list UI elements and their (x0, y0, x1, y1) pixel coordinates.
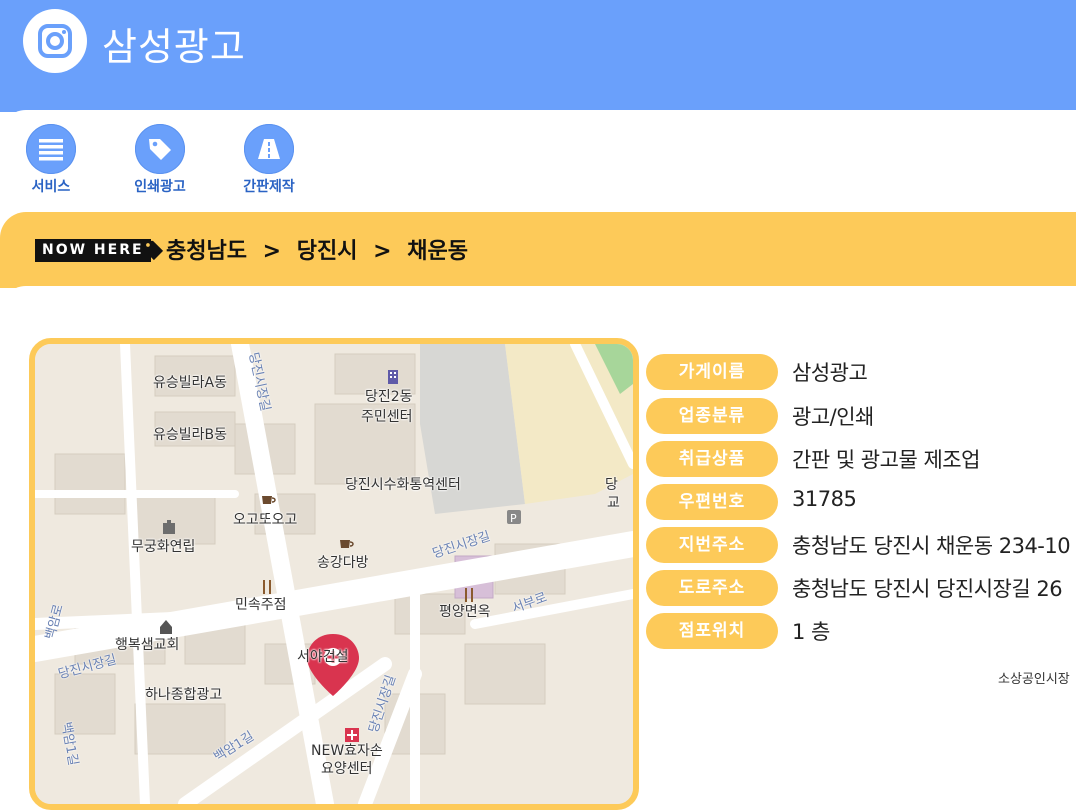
tag-icon (142, 240, 164, 261)
instagram-icon (38, 24, 72, 58)
info-row-category: 업종분류 광고/인쇄 (646, 398, 1076, 434)
map-label: 송강다방 (317, 555, 369, 571)
nav-icon-circle (135, 124, 185, 174)
apartment-icon (163, 520, 175, 534)
cafe-icon (340, 540, 354, 548)
hospital-icon (345, 728, 359, 742)
nav-icon-circle (244, 124, 294, 174)
site-logo[interactable] (23, 9, 87, 73)
info-row-products: 취급상품 간판 및 광고물 제조업 (646, 441, 1076, 477)
map-label: 교 (607, 495, 620, 511)
cafe-icon (262, 496, 276, 504)
nav-label: 인쇄광고 (134, 179, 186, 195)
map-label: 하나종합광고 (145, 687, 223, 703)
parking-icon: P (507, 510, 521, 524)
map-label: 유승빌라B동 (153, 427, 228, 443)
nav-icon-circle (26, 124, 76, 174)
info-value: 삼성광고 (792, 361, 868, 385)
nav-label: 간판제작 (243, 179, 295, 195)
map-label: 유승빌라A동 (153, 375, 227, 391)
info-value: 충청남도 당진시 당진시장길 26 (792, 577, 1063, 601)
nav-item-signboard[interactable]: 간판제작 (219, 124, 319, 196)
nav-item-service[interactable]: 서비스 (1, 124, 101, 196)
tag-icon (149, 139, 171, 160)
info-row-postcode: 우편번호 31785 (646, 484, 1076, 520)
info-value: 31785 (792, 487, 857, 511)
info-value: 1 층 (792, 620, 830, 644)
info-value: 간판 및 광고물 제조업 (792, 448, 980, 472)
info-label: 도로주소 (646, 570, 778, 606)
map-label: 무궁화연립 (131, 539, 196, 555)
info-label: 취급상품 (646, 441, 778, 477)
info-label: 지번주소 (646, 527, 778, 563)
site-title[interactable]: 삼성광고 (102, 16, 246, 71)
info-value: 충청남도 당진시 채운동 234-10 (792, 534, 1071, 558)
map-label: 요양센터 (321, 761, 373, 777)
map-marker-label[interactable]: 서야건설 (297, 646, 349, 666)
map-label: 평양면옥 (439, 604, 491, 620)
now-here-badge: NOW HERE (35, 239, 151, 262)
info-value: 광고/인쇄 (792, 405, 874, 429)
info-row-floor: 점포위치 1 층 (646, 613, 1076, 649)
info-label: 가게이름 (646, 354, 778, 390)
info-label: 점포위치 (646, 613, 778, 649)
content-area (0, 286, 1076, 326)
breadcrumb: 충청남도 > 당진시 > 채운동 (166, 233, 476, 265)
restaurant-icon (263, 580, 271, 594)
info-label: 업종분류 (646, 398, 778, 434)
breadcrumb-separator: > (262, 239, 282, 264)
info-row-lot-address: 지번주소 충청남도 당진시 채운동 234-10 (646, 527, 1076, 563)
map-label: 오고또오고 (233, 512, 298, 528)
map-canvas (35, 344, 633, 804)
list-icon (39, 139, 63, 161)
map-label: 주민센터 (361, 409, 413, 425)
map-label: 당 (605, 477, 618, 493)
info-label: 우편번호 (646, 484, 778, 520)
info-row-name: 가게이름 삼성광고 (646, 354, 1076, 390)
breadcrumb-district[interactable]: 채운동 (407, 239, 468, 264)
restaurant-icon (465, 588, 473, 602)
church-icon (160, 620, 172, 634)
nav-label: 서비스 (31, 179, 71, 195)
map-label: NEW효자손 (311, 743, 383, 759)
building-icon (388, 370, 398, 384)
breadcrumb-province[interactable]: 충청남도 (166, 239, 247, 264)
location-map[interactable]: 유승빌라A동 유승빌라B동 당진2동 주민센터 당진시수화통역센터 오고또오고 … (29, 338, 639, 810)
map-label: 당진시수화통역센터 (345, 477, 461, 493)
svg-text:P: P (510, 512, 517, 524)
breadcrumb-separator: > (373, 239, 392, 264)
source-note: 소상공인시장 (998, 672, 1070, 687)
map-label: 민속주점 (235, 597, 287, 613)
map-label: 행복샘교회 (115, 637, 180, 653)
road-icon (258, 139, 280, 159)
breadcrumb-city[interactable]: 당진시 (297, 239, 358, 264)
info-row-road-address: 도로주소 충청남도 당진시 당진시장길 26 (646, 570, 1076, 606)
map-label: 당진2동 (365, 389, 413, 405)
nav-item-print-ad[interactable]: 인쇄광고 (110, 124, 210, 196)
